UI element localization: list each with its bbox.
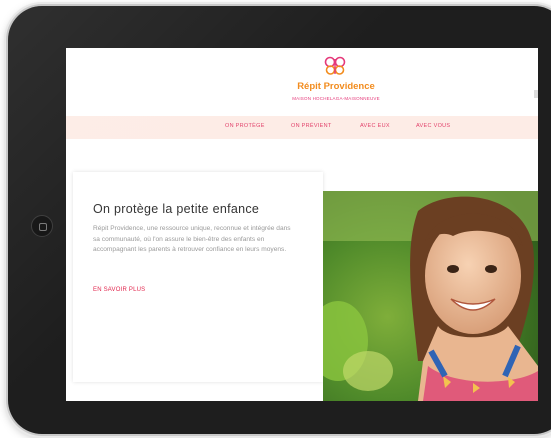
home-button-icon[interactable]: [31, 215, 53, 237]
nav-item-on-previent[interactable]: ON PRÉVIENT: [291, 123, 332, 129]
nav-item-on-protege[interactable]: ON PROTÈGE: [225, 123, 265, 129]
intro-card: On protège la petite enfance Répit Provi…: [73, 172, 323, 382]
nav-item-avec-vous[interactable]: AVEC VOUS: [416, 123, 450, 129]
intro-title: On protège la petite enfance: [93, 202, 260, 216]
nav-item-avec-eux[interactable]: AVEC EUX: [360, 123, 390, 129]
site-subtitle: MAISON HOCHELAGA-MAISONNEUVE: [292, 96, 380, 101]
browser-screen: Répit Providence MAISON HOCHELAGA-MAISON…: [66, 48, 538, 401]
main-nav: ON PROTÈGE ON PRÉVIENT AVEC EUX AVEC VOU…: [66, 116, 538, 139]
intro-text: Répit Providence, une ressource unique, …: [93, 225, 291, 254]
child-photo: [323, 191, 538, 401]
site-name[interactable]: Répit Providence: [266, 81, 406, 92]
butterfly-icon[interactable]: [324, 56, 346, 76]
tablet-frame: Répit Providence MAISON HOCHELAGA-MAISON…: [8, 6, 551, 434]
site-header: Répit Providence MAISON HOCHELAGA-MAISON…: [66, 48, 538, 116]
learn-more-link[interactable]: EN SAVOIR PLUS: [93, 287, 145, 293]
header-edge-mark: [534, 90, 538, 98]
